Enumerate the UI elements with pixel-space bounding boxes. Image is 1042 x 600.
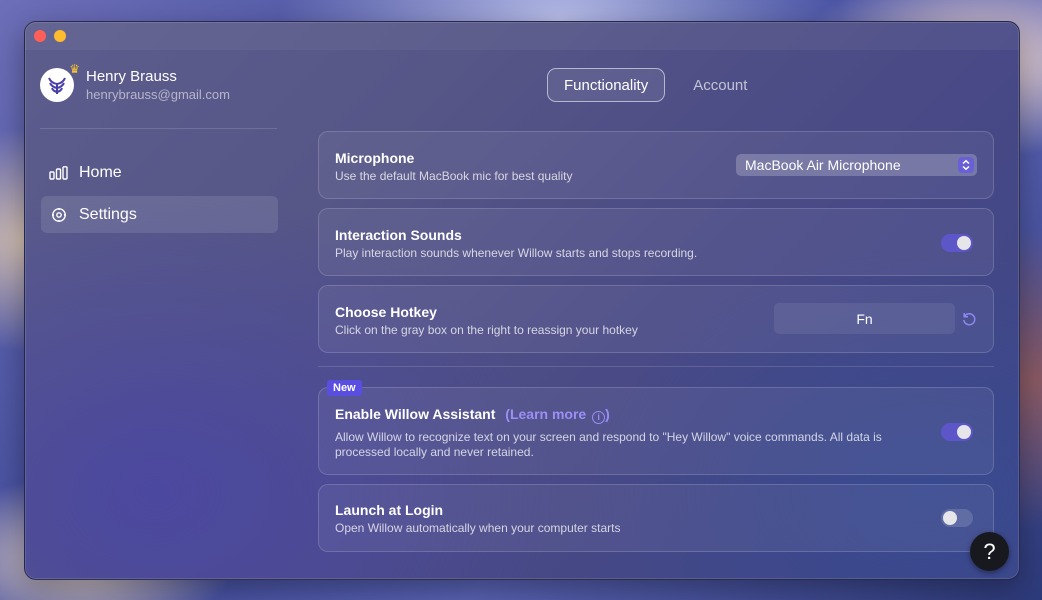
select-chevrons-icon bbox=[958, 157, 974, 173]
gear-icon bbox=[49, 205, 69, 225]
avatar: ♛ bbox=[40, 62, 80, 102]
willow-assistant-toggle[interactable] bbox=[941, 423, 973, 441]
launch-at-login-toggle[interactable] bbox=[941, 509, 973, 527]
sidebar-divider bbox=[40, 128, 277, 129]
setting-description: Allow Willow to recognize text on your s… bbox=[335, 430, 882, 459]
new-badge: New bbox=[327, 380, 362, 396]
setting-title: Launch at Login bbox=[335, 502, 444, 518]
willow-assistant-card: Enable Willow Assistant (Learn more i) A… bbox=[318, 387, 994, 475]
interaction-sounds-toggle[interactable] bbox=[941, 234, 973, 252]
hotkey-card: Choose Hotkey Click on the gray box on t… bbox=[318, 285, 994, 353]
chart-bars-icon bbox=[49, 163, 69, 183]
toggle-knob bbox=[957, 236, 971, 250]
section-divider bbox=[318, 366, 994, 367]
sidebar-item-home[interactable]: Home bbox=[41, 154, 278, 191]
tab-functionality[interactable]: Functionality bbox=[547, 68, 666, 102]
sidebar-item-label: Settings bbox=[79, 205, 137, 223]
user-name: Henry Brauss bbox=[86, 68, 177, 85]
user-email: henrybrauss@gmail.com bbox=[86, 87, 230, 102]
setting-description: Open Willow automatically when your comp… bbox=[335, 521, 621, 535]
interaction-sounds-card: Interaction Sounds Play interaction soun… bbox=[318, 208, 994, 276]
microphone-select-value: MacBook Air Microphone bbox=[745, 157, 901, 173]
microphone-setting-card: Microphone Use the default MacBook mic f… bbox=[318, 131, 994, 199]
learn-more-link[interactable]: (Learn more i) bbox=[505, 406, 610, 424]
close-window-button[interactable] bbox=[34, 30, 46, 42]
sidebar-item-settings[interactable]: Settings bbox=[41, 196, 278, 233]
setting-title: Microphone bbox=[335, 150, 415, 166]
setting-title: Interaction Sounds bbox=[335, 227, 462, 243]
setting-description: Use the default MacBook mic for best qua… bbox=[335, 169, 573, 183]
sidebar-item-label: Home bbox=[79, 163, 122, 181]
microphone-select[interactable]: MacBook Air Microphone bbox=[736, 154, 977, 176]
minimize-window-button[interactable] bbox=[54, 30, 66, 42]
info-icon: i bbox=[592, 411, 606, 424]
tab-account[interactable]: Account bbox=[677, 68, 763, 102]
setting-description: Play interaction sounds whenever Willow … bbox=[335, 246, 698, 260]
help-button[interactable]: ? bbox=[970, 532, 1009, 571]
launch-at-login-card: Launch at Login Open Willow automaticall… bbox=[318, 484, 994, 552]
setting-description: Click on the gray box on the right to re… bbox=[335, 323, 638, 337]
user-profile: ♛ Henry Brauss henrybrauss@gmail.com bbox=[40, 62, 230, 102]
willow-logo-icon bbox=[48, 77, 66, 94]
crown-icon: ♛ bbox=[69, 62, 80, 76]
toggle-knob bbox=[943, 511, 957, 525]
assistant-title: Enable Willow Assistant bbox=[335, 406, 496, 422]
title-bar[interactable] bbox=[25, 22, 1019, 50]
setting-title: Enable Willow Assistant (Learn more i) bbox=[335, 406, 610, 424]
setting-title: Choose Hotkey bbox=[335, 304, 437, 320]
hotkey-input[interactable]: Fn bbox=[774, 303, 955, 334]
reset-icon[interactable] bbox=[961, 311, 977, 327]
settings-tabs: Functionality Account bbox=[547, 68, 763, 102]
toggle-knob bbox=[957, 425, 971, 439]
